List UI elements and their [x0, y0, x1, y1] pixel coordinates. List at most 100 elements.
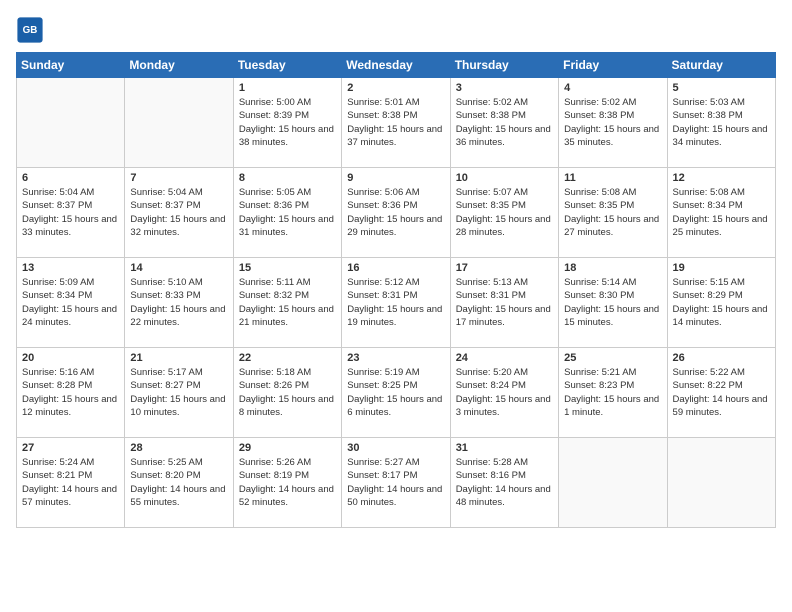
- day-detail: Sunrise: 5:05 AMSunset: 8:36 PMDaylight:…: [239, 186, 336, 239]
- calendar-cell: [559, 438, 667, 528]
- day-number: 26: [673, 352, 770, 364]
- calendar-cell: 7 Sunrise: 5:04 AMSunset: 8:37 PMDaylight…: [125, 168, 233, 258]
- day-number: 19: [673, 262, 770, 274]
- calendar-cell: 21 Sunrise: 5:17 AMSunset: 8:27 PMDayligh…: [125, 348, 233, 438]
- day-detail: Sunrise: 5:08 AMSunset: 8:35 PMDaylight:…: [564, 186, 661, 239]
- calendar-cell: 15 Sunrise: 5:11 AMSunset: 8:32 PMDayligh…: [233, 258, 341, 348]
- calendar-cell: 22 Sunrise: 5:18 AMSunset: 8:26 PMDayligh…: [233, 348, 341, 438]
- day-detail: Sunrise: 5:27 AMSunset: 8:17 PMDaylight:…: [347, 456, 444, 509]
- day-number: 13: [22, 262, 119, 274]
- weekday-header: Tuesday: [233, 53, 341, 78]
- calendar-cell: 24 Sunrise: 5:20 AMSunset: 8:24 PMDayligh…: [450, 348, 558, 438]
- day-number: 4: [564, 82, 661, 94]
- logo-icon: GB: [16, 16, 44, 44]
- day-detail: Sunrise: 5:09 AMSunset: 8:34 PMDaylight:…: [22, 276, 119, 329]
- day-number: 15: [239, 262, 336, 274]
- calendar-cell: [667, 438, 775, 528]
- calendar-cell: 10 Sunrise: 5:07 AMSunset: 8:35 PMDayligh…: [450, 168, 558, 258]
- day-detail: Sunrise: 5:13 AMSunset: 8:31 PMDaylight:…: [456, 276, 553, 329]
- day-number: 30: [347, 442, 444, 454]
- calendar-cell: 26 Sunrise: 5:22 AMSunset: 8:22 PMDayligh…: [667, 348, 775, 438]
- day-number: 25: [564, 352, 661, 364]
- day-detail: Sunrise: 5:10 AMSunset: 8:33 PMDaylight:…: [130, 276, 227, 329]
- day-detail: Sunrise: 5:16 AMSunset: 8:28 PMDaylight:…: [22, 366, 119, 419]
- day-detail: Sunrise: 5:02 AMSunset: 8:38 PMDaylight:…: [456, 96, 553, 149]
- day-detail: Sunrise: 5:22 AMSunset: 8:22 PMDaylight:…: [673, 366, 770, 419]
- page-header: GB: [16, 16, 776, 44]
- calendar-cell: [125, 78, 233, 168]
- day-detail: Sunrise: 5:12 AMSunset: 8:31 PMDaylight:…: [347, 276, 444, 329]
- day-detail: Sunrise: 5:01 AMSunset: 8:38 PMDaylight:…: [347, 96, 444, 149]
- weekday-header: Friday: [559, 53, 667, 78]
- weekday-header: Thursday: [450, 53, 558, 78]
- day-detail: Sunrise: 5:21 AMSunset: 8:23 PMDaylight:…: [564, 366, 661, 419]
- day-detail: Sunrise: 5:11 AMSunset: 8:32 PMDaylight:…: [239, 276, 336, 329]
- day-number: 20: [22, 352, 119, 364]
- day-number: 14: [130, 262, 227, 274]
- day-detail: Sunrise: 5:28 AMSunset: 8:16 PMDaylight:…: [456, 456, 553, 509]
- day-detail: Sunrise: 5:18 AMSunset: 8:26 PMDaylight:…: [239, 366, 336, 419]
- day-detail: Sunrise: 5:07 AMSunset: 8:35 PMDaylight:…: [456, 186, 553, 239]
- day-number: 24: [456, 352, 553, 364]
- day-number: 18: [564, 262, 661, 274]
- day-number: 23: [347, 352, 444, 364]
- day-detail: Sunrise: 5:06 AMSunset: 8:36 PMDaylight:…: [347, 186, 444, 239]
- calendar-cell: 8 Sunrise: 5:05 AMSunset: 8:36 PMDaylight…: [233, 168, 341, 258]
- day-number: 3: [456, 82, 553, 94]
- calendar-cell: 29Sunrise: 5:26 AMSunset: 8:19 PMDayligh…: [233, 438, 341, 528]
- calendar-cell: 4 Sunrise: 5:02 AMSunset: 8:38 PMDaylight…: [559, 78, 667, 168]
- calendar-cell: 18Sunrise: 5:14 AMSunset: 8:30 PMDayligh…: [559, 258, 667, 348]
- calendar-cell: 12 Sunrise: 5:08 AMSunset: 8:34 PMDayligh…: [667, 168, 775, 258]
- calendar-cell: 14 Sunrise: 5:10 AMSunset: 8:33 PMDayligh…: [125, 258, 233, 348]
- day-detail: Sunrise: 5:24 AMSunset: 8:21 PMDaylight:…: [22, 456, 119, 509]
- day-number: 12: [673, 172, 770, 184]
- calendar-cell: 20 Sunrise: 5:16 AMSunset: 8:28 PMDayligh…: [17, 348, 125, 438]
- day-detail: Sunrise: 5:25 AMSunset: 8:20 PMDaylight:…: [130, 456, 227, 509]
- day-number: 22: [239, 352, 336, 364]
- day-number: 21: [130, 352, 227, 364]
- calendar-cell: 23Sunrise: 5:19 AMSunset: 8:25 PMDayligh…: [342, 348, 450, 438]
- day-number: 11: [564, 172, 661, 184]
- day-number: 17: [456, 262, 553, 274]
- day-number: 31: [456, 442, 553, 454]
- day-detail: Sunrise: 5:20 AMSunset: 8:24 PMDaylight:…: [456, 366, 553, 419]
- calendar-cell: 11 Sunrise: 5:08 AMSunset: 8:35 PMDayligh…: [559, 168, 667, 258]
- day-number: 2: [347, 82, 444, 94]
- day-detail: Sunrise: 5:17 AMSunset: 8:27 PMDaylight:…: [130, 366, 227, 419]
- day-number: 5: [673, 82, 770, 94]
- calendar-cell: 30 Sunrise: 5:27 AMSunset: 8:17 PMDayligh…: [342, 438, 450, 528]
- weekday-header: Saturday: [667, 53, 775, 78]
- calendar-cell: 28Sunrise: 5:25 AMSunset: 8:20 PMDayligh…: [125, 438, 233, 528]
- calendar-cell: 1Sunrise: 5:00 AMSunset: 8:39 PMDaylight…: [233, 78, 341, 168]
- calendar-cell: 27Sunrise: 5:24 AMSunset: 8:21 PMDayligh…: [17, 438, 125, 528]
- calendar-cell: 5 Sunrise: 5:03 AMSunset: 8:38 PMDaylight…: [667, 78, 775, 168]
- calendar-cell: 6 Sunrise: 5:04 AMSunset: 8:37 PMDaylight…: [17, 168, 125, 258]
- calendar-cell: 9 Sunrise: 5:06 AMSunset: 8:36 PMDaylight…: [342, 168, 450, 258]
- day-detail: Sunrise: 5:03 AMSunset: 8:38 PMDaylight:…: [673, 96, 770, 149]
- calendar-cell: 25 Sunrise: 5:21 AMSunset: 8:23 PMDayligh…: [559, 348, 667, 438]
- weekday-header: Monday: [125, 53, 233, 78]
- day-detail: Sunrise: 5:04 AMSunset: 8:37 PMDaylight:…: [130, 186, 227, 239]
- day-detail: Sunrise: 5:02 AMSunset: 8:38 PMDaylight:…: [564, 96, 661, 149]
- calendar-cell: [17, 78, 125, 168]
- day-number: 9: [347, 172, 444, 184]
- calendar-cell: 19 Sunrise: 5:15 AMSunset: 8:29 PMDayligh…: [667, 258, 775, 348]
- day-detail: Sunrise: 5:04 AMSunset: 8:37 PMDaylight:…: [22, 186, 119, 239]
- calendar-cell: 16 Sunrise: 5:12 AMSunset: 8:31 PMDayligh…: [342, 258, 450, 348]
- calendar-cell: 2 Sunrise: 5:01 AMSunset: 8:38 PMDaylight…: [342, 78, 450, 168]
- day-number: 8: [239, 172, 336, 184]
- logo: GB: [16, 16, 48, 44]
- day-detail: Sunrise: 5:08 AMSunset: 8:34 PMDaylight:…: [673, 186, 770, 239]
- day-number: 10: [456, 172, 553, 184]
- calendar-table: SundayMondayTuesdayWednesdayThursdayFrid…: [16, 52, 776, 528]
- day-number: 16: [347, 262, 444, 274]
- day-number: 6: [22, 172, 119, 184]
- day-detail: Sunrise: 5:15 AMSunset: 8:29 PMDaylight:…: [673, 276, 770, 329]
- svg-text:GB: GB: [23, 25, 38, 36]
- calendar-cell: 17 Sunrise: 5:13 AMSunset: 8:31 PMDayligh…: [450, 258, 558, 348]
- day-detail: Sunrise: 5:00 AMSunset: 8:39 PMDaylight:…: [239, 96, 336, 149]
- day-number: 7: [130, 172, 227, 184]
- calendar-cell: 13 Sunrise: 5:09 AMSunset: 8:34 PMDayligh…: [17, 258, 125, 348]
- weekday-header: Sunday: [17, 53, 125, 78]
- calendar-cell: 3 Sunrise: 5:02 AMSunset: 8:38 PMDaylight…: [450, 78, 558, 168]
